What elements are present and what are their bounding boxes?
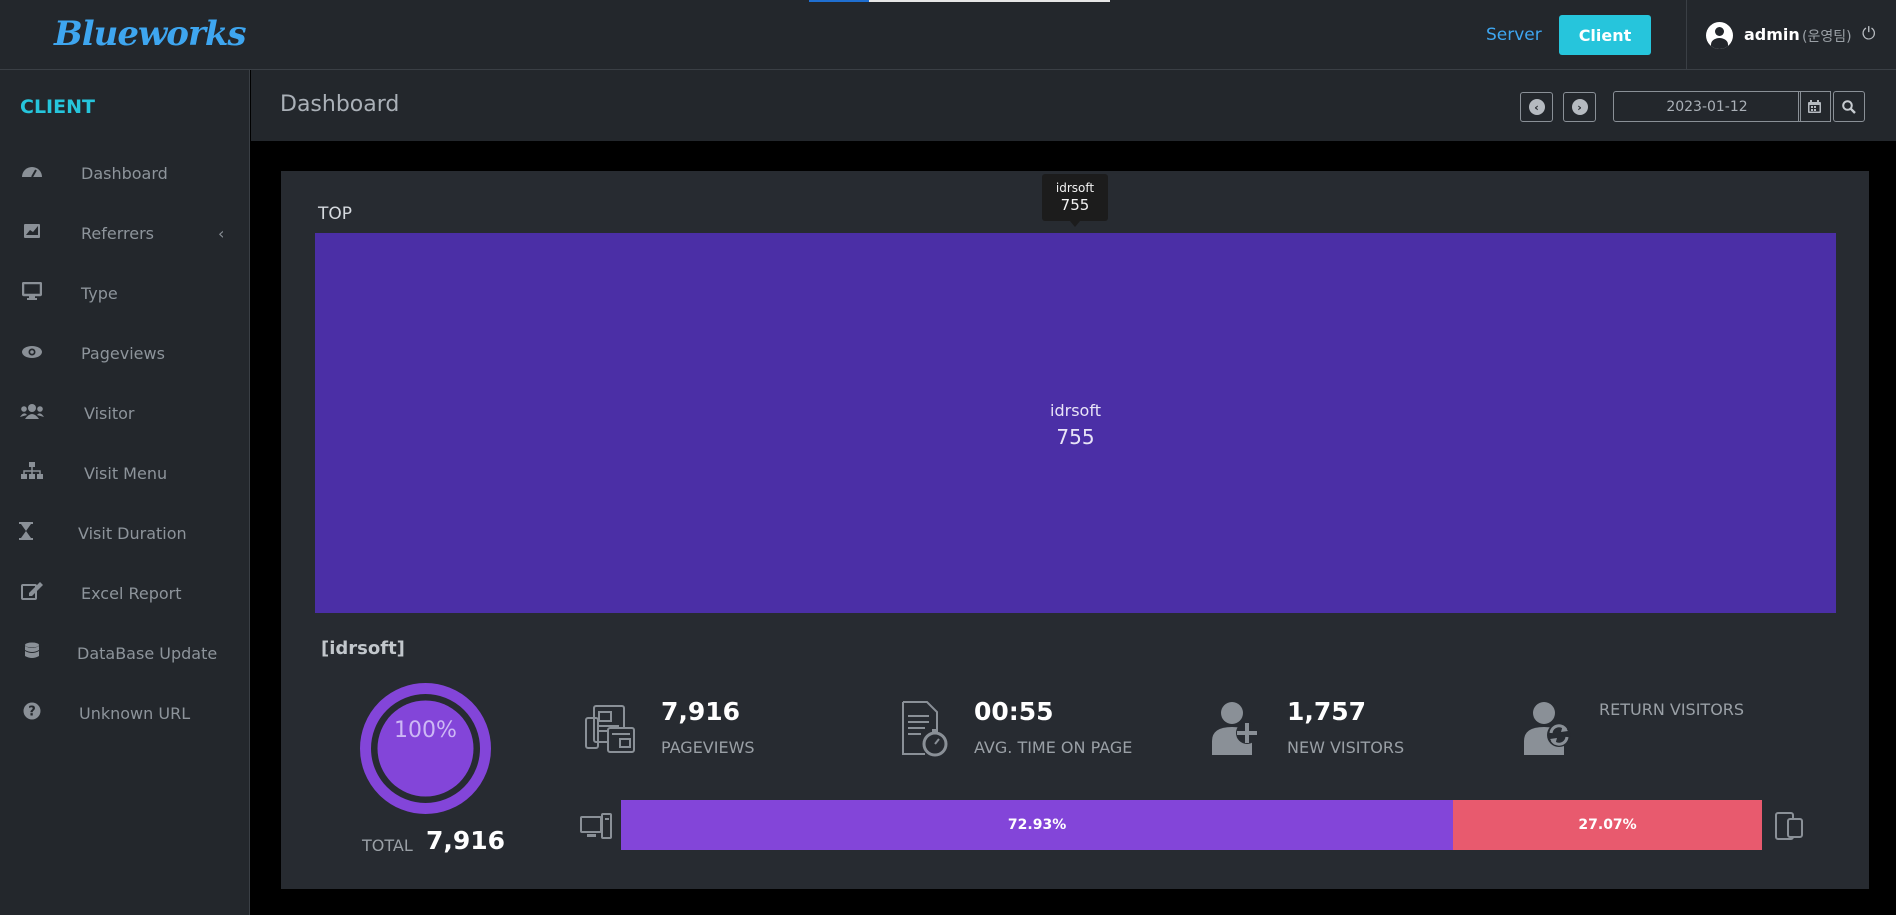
tooltip-name: idrsoft [1055,181,1095,195]
page-title: Dashboard [280,92,400,117]
new-visitors-value: 1,757 [1287,697,1367,726]
users-icon [20,403,44,424]
user-team: (운영팀) [1802,29,1852,45]
sidebar-title: CLIENT [20,96,95,118]
calendar-button[interactable] [1798,91,1831,122]
donut-percent: 100% [394,718,457,743]
date-input[interactable] [1613,91,1801,122]
calendar-icon [1808,100,1821,113]
user-refresh-icon [1524,702,1571,755]
sitemap-icon [20,461,44,485]
sidebar-item-pageviews[interactable]: Pageviews [0,333,250,373]
mobile-tablet-icon [1775,812,1803,840]
sidebar-item-visitor[interactable]: Visitor [0,393,250,433]
desktop-share-segment: 72.93% [621,800,1454,850]
sidebar-item-label: Type [81,283,118,303]
nav-client-button[interactable]: Client [1559,15,1651,55]
content-header: Dashboard ‹ › [251,70,1896,141]
search-icon [1842,99,1856,114]
desktop-computer-icon [580,813,612,839]
tooltip-value: 755 [1060,196,1090,214]
loading-bar-track [869,0,1110,2]
treemap-tile-label: idrsoft [1050,401,1101,420]
svg-text:?: ? [28,704,36,719]
sidebar-item-label: Dashboard [81,163,168,183]
logo[interactable]: Blueworks [54,14,247,54]
edit-icon [20,581,44,605]
question-circle-icon: ? [20,702,44,725]
sidebar-item-label: Referrers [81,223,154,243]
sidebar-item-label: Unknown URL [79,703,191,723]
divider [1686,0,1687,70]
chevron-left-icon[interactable]: ‹ [218,224,224,243]
pageviews-label: PAGEVIEWS [661,738,755,757]
new-visitors-label: NEW VISITORS [1287,738,1405,757]
total-donut [360,683,491,814]
sidebar-item-visit-duration[interactable]: Visit Duration [0,513,250,553]
document-stopwatch-icon [902,701,948,757]
prev-date-button[interactable]: ‹ [1520,92,1553,122]
search-button[interactable] [1833,91,1865,122]
treemap-tooltip: idrsoft 755 [1042,174,1108,227]
sidebar-item-label: Visit Duration [78,523,187,543]
user-plus-icon [1212,702,1258,755]
treemap-title: TOP [318,204,353,224]
sidebar-item-type[interactable]: Type [0,273,250,313]
sidebar-item-dashboard[interactable]: Dashboard [0,153,250,193]
sidebar-item-referrers[interactable]: Referrers ‹ [0,213,250,253]
loading-bar [809,0,869,2]
sidebar-item-database-update[interactable]: DataBase Update [0,633,250,673]
sidebar-item-excel-report[interactable]: Excel Report [0,573,250,613]
total-label: TOTAL [362,836,413,855]
treemap-tile-value: 755 [1056,425,1095,449]
sidebar-item-label: Visitor [84,403,135,423]
total-value: 7,916 [426,826,506,855]
site-title: [idrsoft] [321,638,405,659]
top-panel: TOP idrsoft 755 idrsoft 755 [idrsoft] 10… [281,171,1869,889]
avg-time-value: 00:55 [974,697,1054,726]
desktop-icon [20,281,44,305]
pageviews-value: 7,916 [661,697,741,726]
sidebar: CLIENT Dashboard Referrers ‹ Type Pagevi… [0,70,250,915]
sidebar-item-label: DataBase Update [77,643,218,663]
avg-time-label: AVG. TIME ON PAGE [974,738,1133,757]
chart-area-icon [20,223,44,244]
mobile-share-segment: 27.07% [1453,800,1762,850]
chevron-right-circle-icon: › [1571,99,1588,115]
user-circle-icon[interactable] [1706,22,1733,49]
user-name: admin [1744,25,1800,44]
speedometer-icon [20,163,44,184]
newspaper-icon [585,705,635,753]
sidebar-item-label: Visit Menu [84,463,168,483]
treemap-tile-idrsoft[interactable]: idrsoft 755 [315,233,1836,613]
sidebar-item-label: Excel Report [81,583,182,603]
sidebar-item-label: Pageviews [81,343,165,363]
device-split-bar: 72.93% 27.07% [621,800,1762,850]
next-date-button[interactable]: › [1563,92,1596,122]
top-bar: Blueworks Server Client admin (운영팀) ⏻ [0,0,1896,70]
sidebar-item-visit-menu[interactable]: Visit Menu [0,453,250,493]
return-visitors-label: RETURN VISITORS [1599,700,1745,719]
nav-server-link[interactable]: Server [1486,25,1542,45]
eye-icon [20,343,44,364]
chevron-left-circle-icon: ‹ [1528,99,1545,115]
sidebar-item-unknown-url[interactable]: ? Unknown URL [0,693,250,733]
power-icon[interactable]: ⏻ [1862,24,1875,44]
hourglass-icon [14,521,38,545]
database-icon [20,642,44,665]
